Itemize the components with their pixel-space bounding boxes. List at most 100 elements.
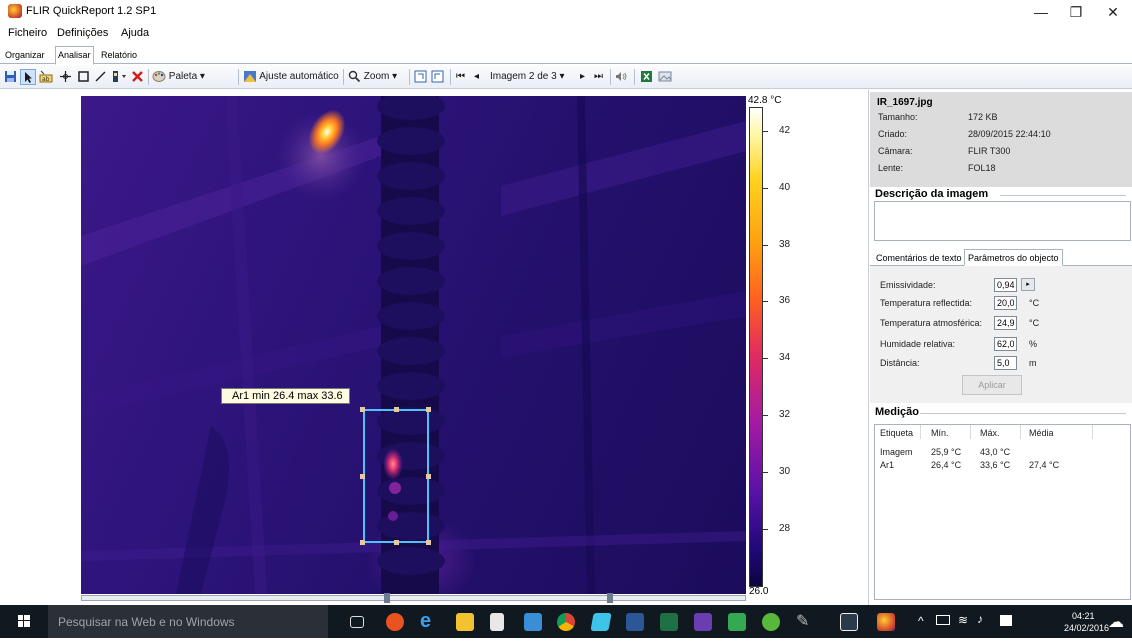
tray-chevron-up-icon[interactable]: ^ <box>918 614 924 628</box>
select-tool-icon[interactable] <box>20 69 36 85</box>
green-app-icon[interactable] <box>728 613 746 631</box>
apply-button[interactable]: Aplicar <box>962 375 1022 395</box>
reflected-temp-field[interactable] <box>994 296 1017 310</box>
edge-browser-icon[interactable]: e <box>420 611 438 631</box>
box-handle[interactable] <box>360 474 365 479</box>
description-textarea[interactable] <box>874 201 1131 241</box>
dev-tool-icon[interactable] <box>694 613 712 631</box>
utorrent-icon[interactable] <box>762 613 780 631</box>
tab-text-comments[interactable]: Comentários de texto <box>876 253 962 266</box>
scale-max-label: 42.8 °C <box>748 95 782 106</box>
wifi-icon[interactable]: ≋ <box>958 613 968 627</box>
emissivity-field[interactable] <box>994 278 1017 292</box>
task-view-icon[interactable] <box>350 616 364 628</box>
meas-header-avg[interactable]: Média <box>1029 428 1054 438</box>
box-tool-icon[interactable] <box>77 69 90 85</box>
param-unit: °C <box>1029 298 1040 308</box>
box-handle[interactable] <box>394 407 399 412</box>
box-handle[interactable] <box>360 407 365 412</box>
next-image-icon[interactable]: ▸ <box>580 69 585 85</box>
measurement-box-ar1[interactable] <box>363 409 429 543</box>
battery-icon[interactable] <box>936 615 950 625</box>
scale-tick-label: 42 <box>779 124 791 136</box>
meas-header-max[interactable]: Máx. <box>980 428 1000 438</box>
table-row-image-min: 25,9 °C <box>931 447 962 457</box>
last-image-icon[interactable]: ⏭ <box>594 69 603 85</box>
close-button[interactable]: ✕ <box>1098 2 1128 22</box>
auto-adjust-button[interactable]: Ajuste automático <box>243 69 339 85</box>
store-icon[interactable] <box>490 613 504 631</box>
tool-app-icon[interactable]: ✎ <box>796 613 814 631</box>
scrollbar-thumb[interactable] <box>607 593 613 603</box>
emissivity-table-button[interactable]: ▸ <box>1021 278 1035 291</box>
voice-annotation-icon[interactable] <box>614 69 628 85</box>
image-export-icon[interactable] <box>658 69 672 85</box>
maximize-button[interactable]: ❐ <box>1061 2 1091 22</box>
chevron-down-icon: ▾ <box>392 71 398 82</box>
info-value-camera: FLIR T300 <box>968 146 1011 156</box>
line-tool-icon[interactable] <box>94 69 107 85</box>
box-handle[interactable] <box>426 407 431 412</box>
weather-icon[interactable]: ☁ <box>1108 612 1124 632</box>
taskbar-date[interactable]: 24/02/2016 <box>1064 623 1109 633</box>
start-button[interactable] <box>0 605 48 638</box>
info-key-created: Criado: <box>878 129 908 139</box>
tab-analisar[interactable]: Analisar <box>55 46 94 65</box>
palette-dropdown[interactable]: Paleta ▾ <box>152 69 205 85</box>
taskbar-search-box[interactable]: Pesquisar na Web e no Windows <box>48 605 328 638</box>
windows-logo-icon <box>18 615 30 627</box>
menu-definicoes[interactable]: Definições <box>57 27 108 39</box>
box-handle[interactable] <box>394 540 399 545</box>
excel-export-icon[interactable] <box>640 69 653 85</box>
temperature-scale-bar[interactable] <box>749 107 763 587</box>
info-app-icon[interactable] <box>386 613 404 631</box>
word-icon[interactable] <box>626 613 644 631</box>
volume-icon[interactable]: ♪ <box>977 612 983 626</box>
box-handle[interactable] <box>426 474 431 479</box>
tab-organizar[interactable]: Organizar <box>3 48 47 64</box>
previous-image-icon[interactable]: ◂ <box>474 69 479 85</box>
table-row-image-label[interactable]: Imagem <box>880 447 913 457</box>
meas-header-min[interactable]: Mín. <box>931 428 949 438</box>
atmospheric-temp-field[interactable] <box>994 316 1017 330</box>
flir-taskbar-icon[interactable] <box>877 613 895 631</box>
chrome-icon[interactable] <box>557 613 575 631</box>
menu-ajuda[interactable]: Ajuda <box>121 27 149 39</box>
delete-icon[interactable] <box>131 69 144 85</box>
save-icon[interactable] <box>4 69 17 85</box>
box-handle[interactable] <box>426 540 431 545</box>
rotate-right-icon[interactable] <box>431 69 444 85</box>
spot-tool-icon[interactable] <box>59 69 72 85</box>
photos-icon[interactable] <box>840 613 858 631</box>
scale-tick-label: 28 <box>779 523 791 535</box>
excel-icon[interactable] <box>660 613 678 631</box>
table-row-ar1-label[interactable]: Ar1 <box>880 460 894 470</box>
humidity-field[interactable] <box>994 337 1017 351</box>
tab-object-parameters[interactable]: Parâmetros do objecto <box>964 249 1063 266</box>
action-center-icon[interactable] <box>1000 615 1012 626</box>
media-app-icon[interactable] <box>590 613 612 631</box>
file-explorer-icon[interactable] <box>456 613 474 631</box>
thermal-image[interactable]: Ar1 min 26.4 max 33.6 <box>81 96 746 594</box>
title-bar <box>0 0 1132 24</box>
scale-tick <box>763 415 768 417</box>
meas-header-label[interactable]: Etiqueta <box>880 428 913 438</box>
image-scrollbar[interactable] <box>81 595 746 601</box>
menu-ficheiro[interactable]: Ficheiro <box>8 27 47 39</box>
minimize-button[interactable]: — <box>1026 2 1056 22</box>
tab-relatorio[interactable]: Relatório <box>99 48 139 64</box>
clock-app-icon[interactable] <box>524 613 542 631</box>
scrollbar-thumb[interactable] <box>384 593 390 603</box>
isotherm-tool-icon[interactable] <box>111 69 129 85</box>
taskbar-time[interactable]: 04:21 <box>1072 611 1095 621</box>
table-row-ar1-max: 33,6 °C <box>980 460 1011 470</box>
zoom-dropdown[interactable]: Zoom ▾ <box>348 69 397 85</box>
distance-field[interactable] <box>994 356 1017 370</box>
image-nav-dropdown[interactable]: Imagem 2 de 3 ▾ <box>490 69 565 85</box>
rotate-left-icon[interactable] <box>414 69 427 85</box>
scale-tick-label: 34 <box>779 352 791 364</box>
first-image-icon[interactable]: ⏮ <box>456 69 465 85</box>
text-annotation-icon[interactable]: ab <box>39 69 53 85</box>
box-handle[interactable] <box>360 540 365 545</box>
chevron-down-icon: ▾ <box>559 71 565 82</box>
